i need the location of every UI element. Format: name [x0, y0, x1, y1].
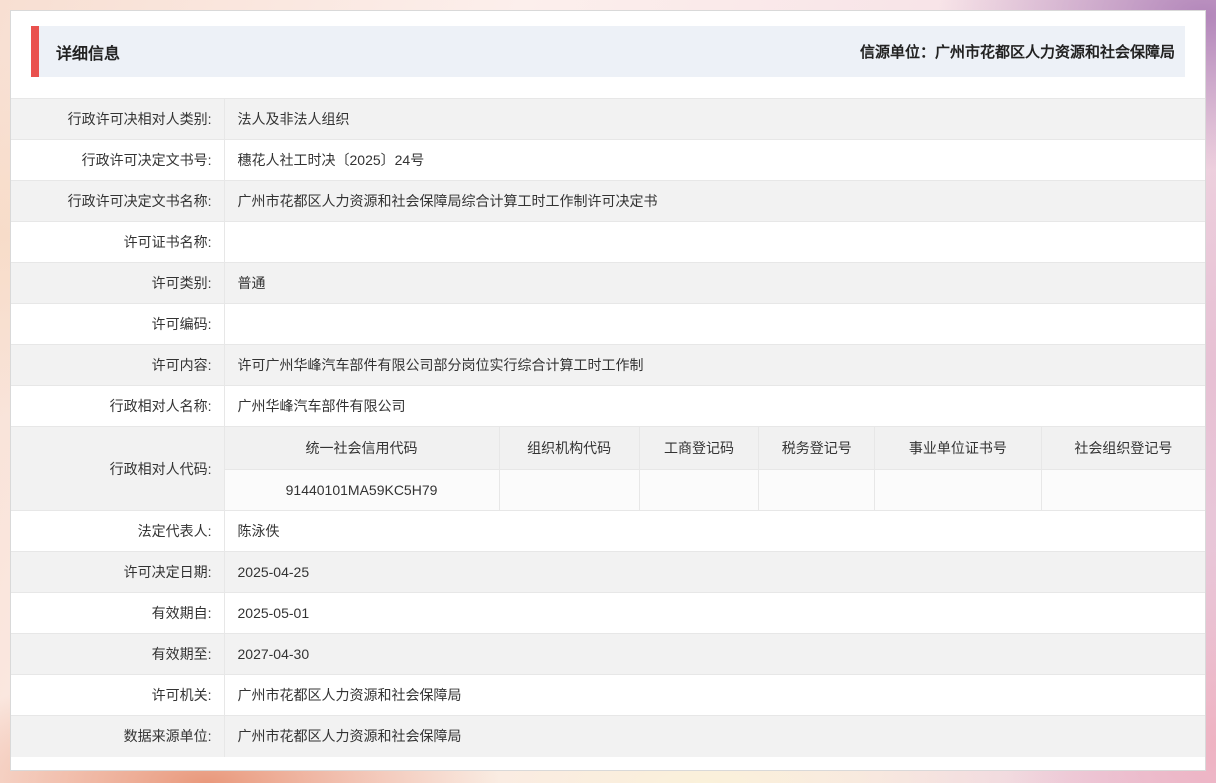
table-row: 许可编码: — [11, 303, 1205, 345]
row-value: 陈泳佚 — [223, 510, 1205, 552]
row-value: 法人及非法人组织 — [223, 98, 1205, 140]
code-header-row: 统一社会信用代码 组织机构代码 工商登记码 税务登记号 事业单位证书号 社会组织… — [225, 427, 1205, 470]
row-value — [223, 303, 1205, 345]
table-row: 许可内容: 许可广州华峰汽车部件有限公司部分岗位实行综合计算工时工作制 — [11, 344, 1205, 386]
page-title: 详细信息 — [56, 45, 121, 63]
code-value-cell — [1040, 468, 1205, 510]
row-label: 行政相对人名称: — [11, 385, 225, 427]
row-value: 广州市花都区人力资源和社会保障局综合计算工时工作制许可决定书 — [223, 180, 1205, 222]
table-row: 行政许可决定文书名称: 广州市花都区人力资源和社会保障局综合计算工时工作制许可决… — [11, 180, 1205, 222]
table-row: 行政许可决相对人类别: 法人及非法人组织 — [11, 98, 1205, 140]
row-value: 2027-04-30 — [223, 633, 1205, 675]
detail-table: 行政许可决相对人类别: 法人及非法人组织 行政许可决定文书号: 穗花人社工时决〔… — [11, 98, 1205, 757]
code-row: 行政相对人代码: 统一社会信用代码 组织机构代码 工商登记码 税务登记号 事业单… — [11, 426, 1205, 511]
code-value-cell — [638, 468, 760, 510]
row-value: 穗花人社工时决〔2025〕24号 — [223, 139, 1205, 181]
row-value: 广州市花都区人力资源和社会保障局 — [223, 715, 1205, 757]
card-header: 详细信息 信源单位：广州市花都区人力资源和社会保障局 — [31, 26, 1185, 77]
code-table: 统一社会信用代码 组织机构代码 工商登记码 税务登记号 事业单位证书号 社会组织… — [225, 427, 1205, 510]
table-row: 数据来源单位: 广州市花都区人力资源和社会保障局 — [11, 715, 1205, 757]
row-label: 行政相对人代码: — [11, 426, 225, 511]
code-header-cell: 组织机构代码 — [498, 427, 640, 470]
row-label: 行政许可决定文书名称: — [11, 180, 225, 222]
table-row: 行政许可决定文书号: 穗花人社工时决〔2025〕24号 — [11, 139, 1205, 181]
red-accent-bar — [31, 26, 39, 77]
table-row: 有效期自: 2025-05-01 — [11, 592, 1205, 634]
table-row: 许可证书名称: — [11, 221, 1205, 263]
row-label: 许可证书名称: — [11, 221, 225, 263]
row-label: 有效期自: — [11, 592, 225, 634]
code-value-row: 91440101MA59KC5H79 — [225, 468, 1205, 510]
row-value: 广州市花都区人力资源和社会保障局 — [223, 674, 1205, 716]
row-label: 行政许可决定文书号: — [11, 139, 225, 181]
row-label: 许可类别: — [11, 262, 225, 304]
row-value — [223, 221, 1205, 263]
code-header-cell: 统一社会信用代码 — [225, 427, 500, 470]
table-row: 法定代表人: 陈泳佚 — [11, 510, 1205, 552]
code-header-cell: 社会组织登记号 — [1040, 427, 1205, 470]
row-value: 广州华峰汽车部件有限公司 — [223, 385, 1205, 427]
row-label: 许可内容: — [11, 344, 225, 386]
row-label: 许可机关: — [11, 674, 225, 716]
detail-card: 详细信息 信源单位：广州市花都区人力资源和社会保障局 行政许可决相对人类别: 法… — [10, 10, 1206, 771]
code-value-cell — [758, 468, 876, 510]
row-value: 普通 — [223, 262, 1205, 304]
code-header-cell: 工商登记码 — [638, 427, 760, 470]
code-value-cell — [874, 468, 1042, 510]
row-label: 许可编码: — [11, 303, 225, 345]
table-row: 许可机关: 广州市花都区人力资源和社会保障局 — [11, 674, 1205, 716]
credit-code-value: 91440101MA59KC5H79 — [225, 468, 500, 510]
table-row: 有效期至: 2027-04-30 — [11, 633, 1205, 675]
table-row: 许可决定日期: 2025-04-25 — [11, 551, 1205, 593]
row-label: 许可决定日期: — [11, 551, 225, 593]
row-value: 2025-04-25 — [223, 551, 1205, 593]
table-row: 许可类别: 普通 — [11, 262, 1205, 304]
row-value: 2025-05-01 — [223, 592, 1205, 634]
code-header-cell: 事业单位证书号 — [874, 427, 1042, 470]
code-header-cell: 税务登记号 — [758, 427, 876, 470]
source-unit-label: 信源单位：广州市花都区人力资源和社会保障局 — [859, 44, 1175, 61]
row-label: 数据来源单位: — [11, 715, 225, 757]
row-label: 行政许可决相对人类别: — [11, 98, 225, 140]
row-label: 法定代表人: — [11, 510, 225, 552]
table-row: 行政相对人名称: 广州华峰汽车部件有限公司 — [11, 385, 1205, 427]
row-label: 有效期至: — [11, 633, 225, 675]
code-table-cell: 统一社会信用代码 组织机构代码 工商登记码 税务登记号 事业单位证书号 社会组织… — [223, 426, 1205, 511]
code-value-cell — [498, 468, 640, 510]
row-value: 许可广州华峰汽车部件有限公司部分岗位实行综合计算工时工作制 — [223, 344, 1205, 386]
